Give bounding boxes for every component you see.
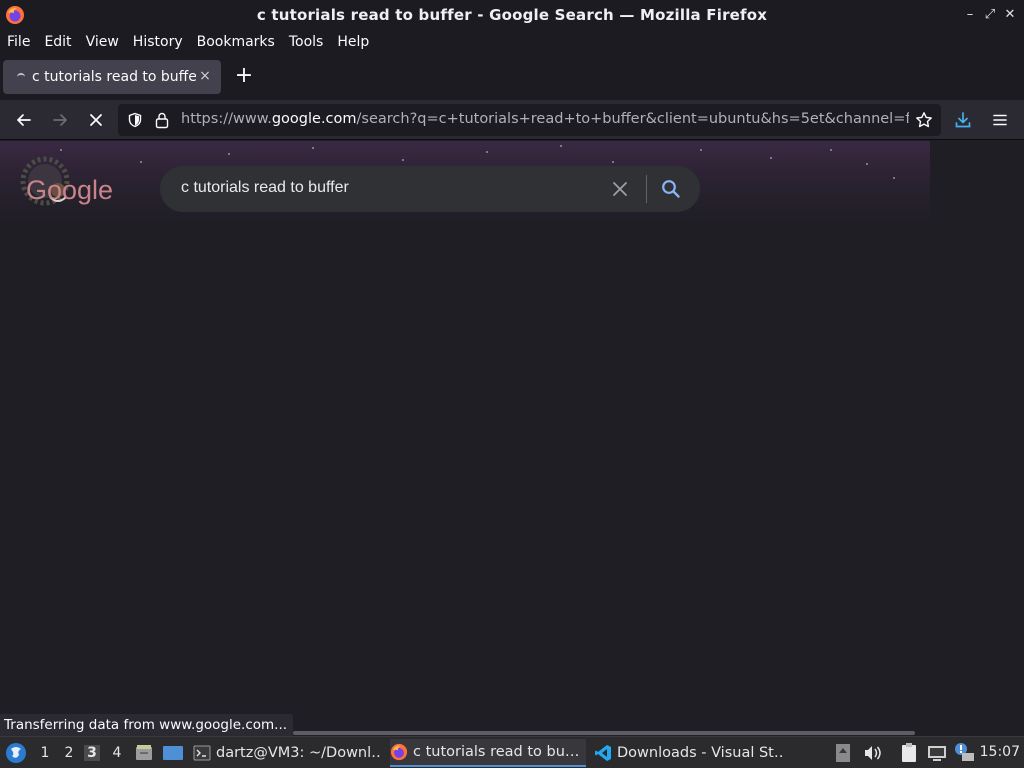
restore-button[interactable]: ⤢ [983,7,997,23]
header-star [700,149,702,151]
clear-search-icon[interactable] [610,179,630,199]
menu-help[interactable]: Help [337,34,369,50]
network-icon[interactable] [927,743,947,763]
start-menu-icon[interactable] [5,742,27,764]
minimize-button[interactable]: – [963,7,977,23]
page-load-progress-bar [293,731,915,735]
url-text[interactable]: https://www.google.com/search?q=c+tutori… [181,111,909,127]
menu-bookmarks[interactable]: Bookmarks [197,34,275,50]
header-star [612,161,614,163]
header-star [140,161,142,163]
download-icon [955,112,971,128]
menu-history[interactable]: History [133,34,183,50]
header-star [830,149,832,151]
task-terminal[interactable]: dartz@VM3: ~/Downl… [193,739,381,767]
workspace-4[interactable]: 4 [109,745,125,761]
task-label: c tutorials read to bu… [413,744,580,760]
google-search-box[interactable]: c tutorials read to buffer [160,166,700,212]
header-star [866,163,868,165]
stop-icon [90,114,102,126]
volume-icon[interactable] [862,743,882,763]
close-window-button[interactable]: ✕ [1003,7,1017,23]
downloads-button[interactable] [950,107,976,133]
task-firefox[interactable]: c tutorials read to bu… [390,739,586,767]
menu-bar: File Edit View History Bookmarks Tools H… [0,30,1024,54]
window-titlebar: c tutorials read to buffer - Google Sear… [0,0,1024,30]
search-divider [646,175,647,203]
show-desktop-icon[interactable] [162,744,184,762]
firefox-icon [390,743,408,761]
workspace-3[interactable]: 3 [84,745,100,761]
file-manager-icon[interactable] [134,743,154,763]
search-icon[interactable] [660,178,682,200]
url-bar[interactable]: https://www.google.com/search?q=c+tutori… [118,104,941,136]
hamburger-menu-icon [993,114,1007,126]
header-star [228,153,230,155]
header-star [60,149,62,151]
taskbar: 1 2 3 4 dartz@VM3: ~/Downl… c tutorials … [0,736,1024,768]
bookmark-star-icon[interactable] [915,111,933,129]
tray-update-icon[interactable] [835,743,851,763]
google-doodle-logo[interactable]: Google [12,153,116,215]
back-button[interactable] [11,107,37,133]
lock-icon[interactable] [154,111,170,129]
url-prefix: https://www. [181,111,272,127]
url-path: /search?q=c+tutorials+read+to+buffer&cli… [356,111,909,127]
tab-google-search[interactable]: c tutorials read to buffer × [3,60,221,94]
header-star [893,177,895,179]
menu-view[interactable]: View [86,34,119,50]
terminal-icon [193,745,211,761]
notification-icon[interactable] [953,742,975,762]
status-panel: Transferring data from www.google.com... [0,714,294,736]
forward-arrow-icon [53,114,67,126]
search-input[interactable]: c tutorials read to buffer [181,179,349,197]
close-tab-icon[interactable]: × [197,68,213,84]
tracking-protection-shield-icon[interactable] [127,112,143,128]
task-label: dartz@VM3: ~/Downl… [216,745,381,761]
back-arrow-icon [17,114,31,126]
clipboard-icon[interactable] [900,742,918,764]
app-menu-button[interactable] [987,107,1013,133]
header-star [402,159,404,161]
clock: 15:07 [979,744,1020,760]
loading-icon [17,73,25,81]
new-tab-button[interactable]: + [232,64,256,88]
task-label: Downloads - Visual St… [617,745,784,761]
header-star [770,157,772,159]
firefox-icon [6,6,24,24]
menu-tools[interactable]: Tools [289,34,324,50]
google-logo-text: Google [26,175,113,205]
header-star [486,151,488,153]
navigation-toolbar: https://www.google.com/search?q=c+tutori… [0,100,1024,140]
workspace-1[interactable]: 1 [37,745,53,761]
workspace-2[interactable]: 2 [61,745,77,761]
menu-file[interactable]: File [7,34,30,50]
vscode-icon [595,745,611,761]
menu-edit[interactable]: Edit [44,34,71,50]
header-star [560,145,562,147]
tab-strip: c tutorials read to buffer × [0,54,1024,100]
header-star [312,147,314,149]
window-title: c tutorials read to buffer - Google Sear… [256,6,768,24]
task-vscode[interactable]: Downloads - Visual St… [594,739,784,767]
tab-label: c tutorials read to buffer [32,69,196,85]
url-domain: google.com [271,111,357,127]
forward-button[interactable] [47,107,73,133]
stop-button[interactable] [83,107,109,133]
